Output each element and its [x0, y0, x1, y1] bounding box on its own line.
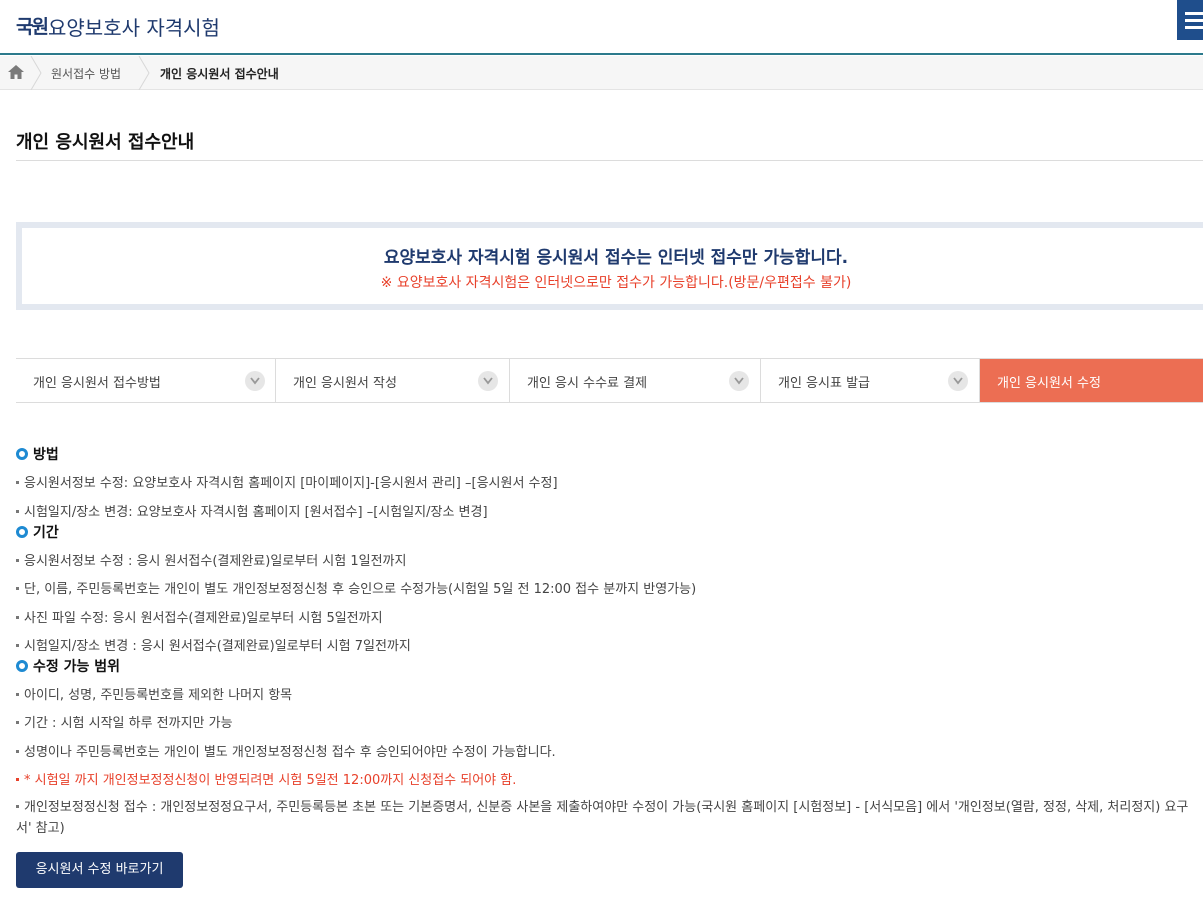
chevron-down-icon: [478, 371, 498, 391]
chevron-down-icon: [729, 371, 749, 391]
tab-label: 개인 응시표 발급: [778, 376, 870, 391]
home-icon[interactable]: [8, 65, 24, 79]
circle-bullet-icon: [16, 526, 28, 538]
logo-text: 국원: [16, 16, 49, 38]
list-item: 단, 이름, 주민등록번호는 개인이 별도 개인정보정정신청 후 승인으로 수정…: [16, 578, 696, 597]
list-item: 성명이나 주민등록번호는 개인이 별도 개인정보정정신청 접수 후 승인되어야만…: [16, 741, 556, 760]
tab-application-method[interactable]: 개인 응시원서 접수방법: [16, 359, 276, 402]
section-heading-scope: 수정 가능 범위: [16, 656, 120, 676]
tab-admission-ticket[interactable]: 개인 응시표 발급: [761, 359, 980, 402]
tab-label: 개인 응시원서 작성: [293, 376, 397, 391]
list-item-text: 시험일지/장소 변경 : 응시 원서접수(결제완료)일로부터 시험 7일전까지: [24, 639, 411, 654]
list-item-text: 개인정보정정신청 접수 : 개인정보정정요구서, 주민등록등본 초본 또는 기본…: [16, 800, 1189, 836]
warning-text: * 시험일 까지 개인정보정정신청이 반영되려면 시험 5일전 12:00까지 …: [24, 773, 517, 788]
edit-application-button[interactable]: 응시원서 수정 바로가기: [16, 852, 183, 888]
breadcrumb-item-current: 개인 응시원서 접수안내: [160, 67, 279, 81]
list-item-text: 성명이나 주민등록번호는 개인이 별도 개인정보정정신청 접수 후 승인되어야만…: [24, 745, 556, 760]
title-divider: [16, 160, 1203, 161]
notice-sub-text: ※ 요양보호사 자격시험은 인터넷으로만 접수가 가능합니다.(방문/우편접수 …: [380, 275, 852, 291]
list-item-text: 사진 파일 수정: 응시 원서접수(결제완료)일로부터 시험 5일전까지: [24, 611, 383, 626]
list-item: 기간 : 시험 시작일 하루 전까지만 가능: [16, 712, 233, 731]
tab-label: 개인 응시원서 접수방법: [33, 376, 161, 391]
breadcrumb-separator-icon: [30, 55, 42, 91]
chevron-down-icon: [948, 371, 968, 391]
circle-bullet-icon: [16, 448, 28, 460]
tab-fee-payment[interactable]: 개인 응시 수수료 결제: [510, 359, 761, 402]
list-item: 개인정보정정신청 접수 : 개인정보정정요구서, 주민등록등본 초본 또는 기본…: [16, 797, 1191, 839]
list-item-text: 아이디, 성명, 주민등록번호를 제외한 나머지 항목: [24, 688, 293, 703]
list-item: 응시원서정보 수정 : 응시 원서접수(결제완료)일로부터 시험 1일전까지: [16, 550, 406, 569]
site-title[interactable]: 요양보호사 자격시험: [48, 12, 220, 41]
list-item: 아이디, 성명, 주민등록번호를 제외한 나머지 항목: [16, 684, 292, 703]
section-heading-text: 수정 가능 범위: [33, 659, 121, 675]
section-heading-text: 기간: [33, 525, 59, 541]
section-heading-period: 기간: [16, 522, 59, 542]
tab-label: 개인 응시 수수료 결제: [527, 376, 648, 391]
tab-label: 개인 응시원서 수정: [997, 376, 1101, 391]
breadcrumb-separator-icon: [138, 55, 150, 91]
list-item: 사진 파일 수정: 응시 원서접수(결제완료)일로부터 시험 5일전까지: [16, 607, 383, 626]
breadcrumb: 원서접수 방법 개인 응시원서 접수안내: [0, 55, 1203, 91]
list-item: 시험일지/장소 변경: 요양보호사 자격시험 홈페이지 [원서접수] –[시험일…: [16, 501, 488, 520]
list-item: 시험일지/장소 변경 : 응시 원서접수(결제완료)일로부터 시험 7일전까지: [16, 635, 411, 654]
section-heading-text: 방법: [33, 447, 59, 463]
section-heading-method: 방법: [16, 444, 59, 464]
list-item-text: 응시원서정보 수정: 요양보호사 자격시험 홈페이지 [마이페이지]-[응시원서…: [24, 476, 558, 491]
tab-application-edit[interactable]: 개인 응시원서 수정: [980, 359, 1203, 402]
circle-bullet-icon: [16, 660, 28, 672]
list-item-text: 응시원서정보 수정 : 응시 원서접수(결제완료)일로부터 시험 1일전까지: [24, 554, 407, 569]
chevron-down-icon: [245, 371, 265, 391]
warning-item: * 시험일 까지 개인정보정정신청이 반영되려면 시험 5일전 12:00까지 …: [16, 769, 516, 788]
site-logo[interactable]: 국원: [16, 12, 49, 39]
notice-main-text: 요양보호사 자격시험 응시원서 접수는 인터넷 접수만 가능합니다.: [383, 248, 849, 268]
list-item-text: 기간 : 시험 시작일 하루 전까지만 가능: [24, 716, 233, 731]
breadcrumb-item-application-method[interactable]: 원서접수 방법: [51, 65, 121, 82]
hamburger-menu-icon[interactable]: [1177, 0, 1203, 40]
list-item-text: 단, 이름, 주민등록번호는 개인이 별도 개인정보정정신청 후 승인으로 수정…: [24, 582, 697, 597]
page-title: 개인 응시원서 접수안내: [16, 132, 195, 153]
top-header: 국원 요양보호사 자격시험: [0, 0, 1203, 55]
list-item-text: 시험일지/장소 변경: 요양보호사 자격시험 홈페이지 [원서접수] –[시험일…: [24, 505, 488, 520]
notice-box: 요양보호사 자격시험 응시원서 접수는 인터넷 접수만 가능합니다. ※ 요양보…: [16, 222, 1203, 310]
tab-application-write[interactable]: 개인 응시원서 작성: [276, 359, 510, 402]
step-tabs: 개인 응시원서 접수방법 개인 응시원서 작성 개인 응시 수수료 결제 개인 …: [16, 358, 1203, 403]
list-item: 응시원서정보 수정: 요양보호사 자격시험 홈페이지 [마이페이지]-[응시원서…: [16, 472, 558, 491]
